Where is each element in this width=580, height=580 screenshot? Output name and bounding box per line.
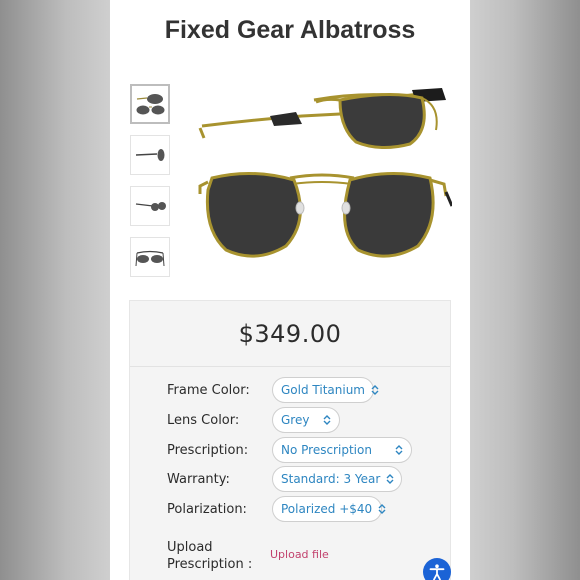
thumbnail-side[interactable] (130, 135, 170, 175)
chevron-updown-icon (365, 384, 379, 396)
frame-color-select[interactable]: Gold Titanium (272, 377, 379, 403)
chevron-updown-icon (380, 473, 394, 485)
lens-color-select[interactable]: Grey (272, 407, 340, 433)
warranty-value: Standard: 3 Year (281, 472, 381, 486)
sunglasses-side-icon (135, 149, 165, 161)
prescription-label: Prescription: (167, 443, 249, 458)
warranty-select[interactable]: Standard: 3 Year (272, 466, 402, 492)
product-panel: Fixed Gear Albatross $349.00 Frame Color… (110, 0, 470, 580)
background-left (0, 0, 110, 580)
product-title: Fixed Gear Albatross (164, 16, 416, 44)
sunglasses-side-view (198, 88, 446, 149)
thumbnail-front-and-side[interactable] (130, 84, 170, 124)
background-right (470, 0, 580, 580)
polarization-select[interactable]: Polarized +$40 (272, 496, 386, 522)
polarization-label: Polarization: (167, 502, 247, 517)
warranty-label: Warranty: (167, 472, 230, 487)
prescription-select[interactable]: No Prescription (272, 437, 412, 463)
thumbnail-angled[interactable] (130, 186, 170, 226)
prescription-value: No Prescription (281, 443, 372, 457)
accessibility-icon (429, 564, 445, 580)
thumbnail-top[interactable] (130, 237, 170, 277)
lens-color-label: Lens Color: (167, 413, 240, 428)
frame-color-value: Gold Titanium (281, 383, 365, 397)
chevron-updown-icon (389, 444, 403, 456)
sunglasses-thumbnail-icon (136, 94, 165, 115)
upload-file-link[interactable]: Upload file (270, 548, 329, 561)
main-product-image (198, 88, 452, 258)
lens-color-value: Grey (281, 413, 310, 427)
upload-label-line2: Prescription : (167, 557, 253, 572)
sunglasses-front-view (198, 172, 452, 258)
upload-label-line1: Upload (167, 540, 213, 555)
upload-prescription-label: Upload Prescription : (167, 539, 252, 573)
price-header: $349.00 (130, 301, 450, 367)
frame-color-label: Frame Color: (167, 383, 250, 398)
polarization-value: Polarized +$40 (281, 502, 373, 516)
chevron-updown-icon (317, 414, 331, 426)
accessibility-button[interactable] (423, 558, 451, 580)
sunglasses-angled-icon (135, 202, 166, 211)
sunglasses-top-icon (135, 250, 165, 267)
product-price: $349.00 (238, 319, 342, 348)
price-options-card: $349.00 Frame Color: Gold Titanium Lens … (129, 300, 451, 580)
chevron-updown-icon (372, 503, 386, 515)
